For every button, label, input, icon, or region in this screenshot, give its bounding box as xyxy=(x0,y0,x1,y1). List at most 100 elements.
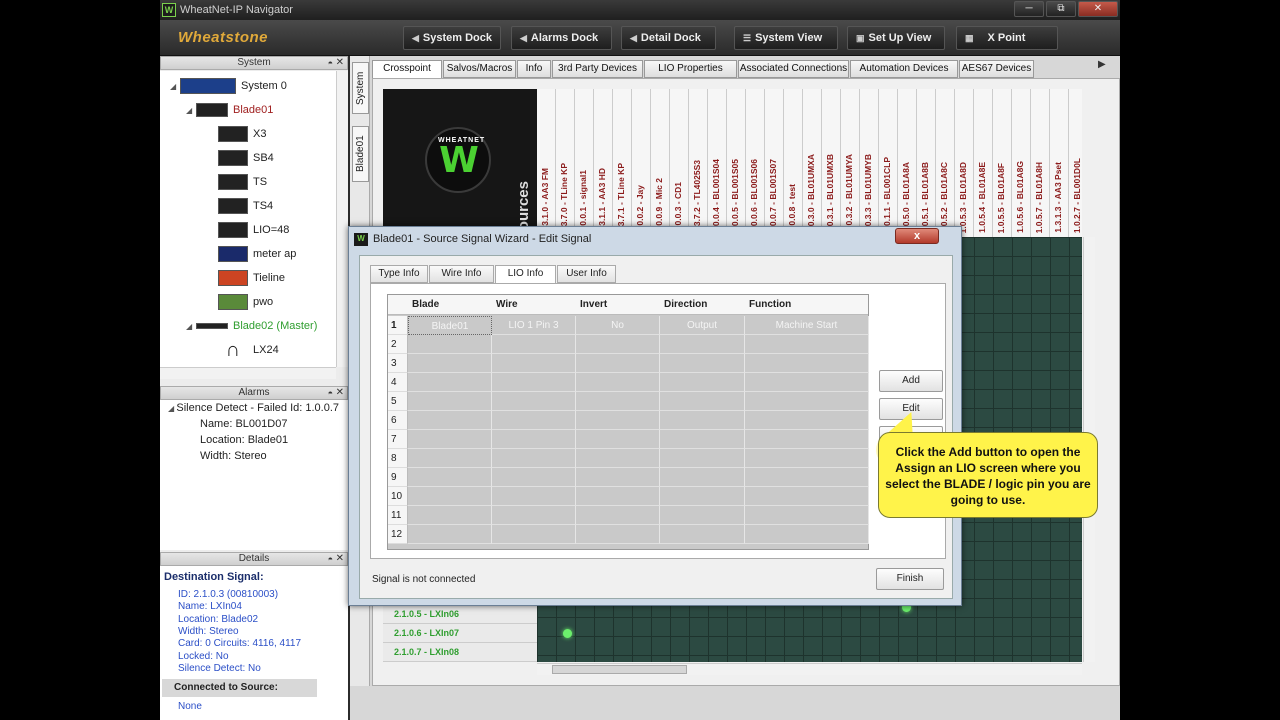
tree-node[interactable]: meter ap xyxy=(218,243,296,265)
alarms-dock-button[interactable]: ◀ Alarms Dock xyxy=(511,26,612,50)
table-cell[interactable] xyxy=(745,354,869,373)
table-cell[interactable] xyxy=(576,354,660,373)
table-cell[interactable] xyxy=(492,449,576,468)
source-column-header[interactable]: 1.0.0.1 - signal1 xyxy=(575,89,594,237)
tree-node[interactable]: pwo xyxy=(218,291,273,313)
table-cell[interactable] xyxy=(660,430,745,449)
table-row[interactable]: 8 xyxy=(388,449,869,468)
close-icon[interactable]: ✕ xyxy=(1078,1,1118,17)
source-column-header[interactable]: 1.3.1.1 - AA3 HD xyxy=(594,89,613,237)
table-cell[interactable] xyxy=(492,411,576,430)
table-cell[interactable] xyxy=(408,449,492,468)
tree-node[interactable]: SB4 xyxy=(218,147,274,169)
lio-column-header[interactable]: Wire xyxy=(496,295,518,315)
table-cell[interactable] xyxy=(408,411,492,430)
source-column-header[interactable]: 1.0.3.3 - BL01UMYB xyxy=(860,89,879,237)
table-row[interactable]: 12 xyxy=(388,525,869,544)
table-cell[interactable] xyxy=(408,335,492,354)
tree-node[interactable]: ◢ System 0 xyxy=(170,75,287,97)
tab-aes67-devices[interactable]: AES67 Devices xyxy=(959,60,1034,78)
source-column-header[interactable]: 1.0.0.7 - BL001S07 xyxy=(765,89,784,237)
source-column-header[interactable]: 1.0.3.1 - BL01UMXB xyxy=(822,89,841,237)
table-cell[interactable] xyxy=(576,525,660,544)
grid-hscroll-thumb[interactable] xyxy=(552,665,687,674)
source-column-header[interactable]: 1.0.0.4 - BL001S04 xyxy=(708,89,727,237)
table-cell[interactable] xyxy=(576,487,660,506)
x-point-button[interactable]: ▦ X Point xyxy=(956,26,1058,50)
table-cell[interactable]: No xyxy=(576,316,660,335)
alarm-item[interactable]: ◢ Silence Detect - Failed Id: 1.0.0.7 xyxy=(168,402,339,414)
table-cell[interactable] xyxy=(492,392,576,411)
table-cell[interactable] xyxy=(408,354,492,373)
source-column-header[interactable]: 1.0.0.2 - Jay xyxy=(632,89,651,237)
table-row[interactable]: 11 xyxy=(388,506,869,525)
close-icon[interactable]: ✕ xyxy=(336,553,344,565)
lio-column-header[interactable]: Invert xyxy=(580,295,607,315)
table-cell[interactable] xyxy=(492,487,576,506)
source-column-header[interactable]: 1.0.5.1 - BL01A8B xyxy=(917,89,936,237)
source-column-header[interactable]: 1.0.5.6 - BL01A8G xyxy=(1012,89,1031,237)
dialog-tab-lio-info[interactable]: LIO Info xyxy=(495,265,556,284)
source-column-header[interactable]: 1.3.7.2 - TL4025S3 xyxy=(689,89,708,237)
table-cell[interactable] xyxy=(408,506,492,525)
tab-info[interactable]: Info xyxy=(517,60,551,78)
table-cell[interactable] xyxy=(492,468,576,487)
source-column-header[interactable]: 1.0.0.5 - BL001S05 xyxy=(727,89,746,237)
table-cell[interactable] xyxy=(576,411,660,430)
table-cell[interactable] xyxy=(408,392,492,411)
source-column-header[interactable]: 1.0.5.0 - BL01A8A xyxy=(898,89,917,237)
table-cell[interactable] xyxy=(408,525,492,544)
table-cell[interactable] xyxy=(660,449,745,468)
table-cell[interactable] xyxy=(660,354,745,373)
detail-dock-button[interactable]: ◀ Detail Dock xyxy=(621,26,716,50)
close-icon[interactable]: ✕ xyxy=(336,387,344,399)
table-cell[interactable] xyxy=(660,373,745,392)
table-cell[interactable] xyxy=(576,373,660,392)
system-dock-button[interactable]: ◀ System Dock xyxy=(403,26,501,50)
table-cell[interactable] xyxy=(576,468,660,487)
table-cell[interactable] xyxy=(745,506,869,525)
close-icon[interactable]: ✕ xyxy=(336,57,344,69)
table-row[interactable]: 6 xyxy=(388,411,869,430)
table-cell[interactable] xyxy=(660,468,745,487)
side-tab-blade01[interactable]: Blade01 xyxy=(352,126,369,182)
table-row[interactable]: 1 Blade01 LIO 1 Pin 3 No Output Machine Start xyxy=(388,316,869,335)
add-button[interactable]: Add xyxy=(879,370,943,392)
tab-lio-properties[interactable]: LIO Properties xyxy=(644,60,737,78)
source-column-header[interactable]: 1.0.5.4 - BL01A8E xyxy=(974,89,993,237)
source-column-header[interactable]: 1.0.5.2 - BL01A8C xyxy=(936,89,955,237)
table-cell[interactable] xyxy=(492,506,576,525)
maximize-icon[interactable]: ⧉ xyxy=(1046,1,1076,17)
table-cell[interactable] xyxy=(660,487,745,506)
tree-node[interactable]: X3 xyxy=(218,123,266,145)
tree-node[interactable]: TS4 xyxy=(218,195,273,217)
table-cell[interactable] xyxy=(745,411,869,430)
table-cell[interactable] xyxy=(576,506,660,525)
source-column-header[interactable]: 1.0.0.6 - BL001S06 xyxy=(746,89,765,237)
lio-column-header[interactable]: Blade xyxy=(412,295,439,315)
system-tree-hscrollbar[interactable] xyxy=(160,367,336,379)
table-cell[interactable] xyxy=(576,430,660,449)
source-column-header[interactable]: 1.0.0.3 - CD1 xyxy=(670,89,689,237)
destination-row-label[interactable]: 2.1.0.7 - LXIn08 xyxy=(383,643,537,662)
table-cell[interactable] xyxy=(576,335,660,354)
table-cell[interactable] xyxy=(745,373,869,392)
table-cell[interactable] xyxy=(492,335,576,354)
dialog-close-button[interactable]: x xyxy=(895,228,939,244)
destination-row-label[interactable]: 2.1.0.5 - LXIn06 xyxy=(383,605,537,624)
table-cell[interactable] xyxy=(408,373,492,392)
table-row[interactable]: 10 xyxy=(388,487,869,506)
collapse-icon[interactable]: ◢ xyxy=(170,76,180,98)
table-cell[interactable] xyxy=(408,430,492,449)
tab-automation-devices[interactable]: Automation Devices xyxy=(850,60,958,78)
pin-icon[interactable]: ◓ xyxy=(328,387,333,399)
table-cell[interactable]: Blade01 xyxy=(408,316,492,335)
source-column-header[interactable]: 1.0.1.1 - BL001CLP xyxy=(879,89,898,237)
table-cell[interactable] xyxy=(408,487,492,506)
table-cell[interactable]: Output xyxy=(660,316,745,335)
source-column-header[interactable]: 1.0.0.8 - test xyxy=(784,89,803,237)
table-row[interactable]: 2 xyxy=(388,335,869,354)
source-column-header[interactable]: 1.0.3.2 - BL01UMYA xyxy=(841,89,860,237)
tree-node[interactable]: ◢ Blade02 (Master) xyxy=(186,315,317,337)
pin-icon[interactable]: ◓ xyxy=(328,57,333,69)
